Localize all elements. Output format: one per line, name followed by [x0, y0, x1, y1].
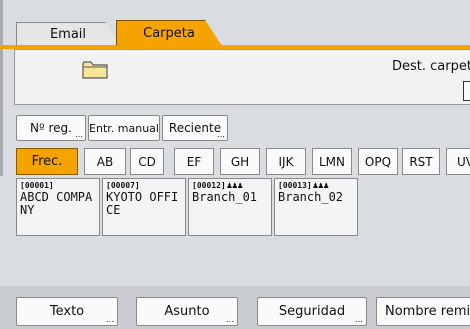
index-filter-row: Frec. AB CD EF GH IJK LMN OPQ RST UV: [0, 148, 470, 176]
filter-label: GH: [230, 154, 250, 169]
subject-button-label: Asunto: [164, 304, 210, 319]
subject-button[interactable]: Asunto …: [136, 297, 238, 326]
entry-name: Branch_02: [278, 190, 344, 204]
destination-entry[interactable]: [00013]♟♟♟ Branch_02: [274, 178, 358, 236]
filter-uv[interactable]: UV: [446, 148, 470, 175]
filter-label: UV: [457, 154, 470, 169]
more-icon: …: [106, 315, 114, 324]
tab-carpeta[interactable]: Carpeta: [116, 20, 222, 46]
filter-label: IJK: [278, 154, 294, 169]
text-button[interactable]: Texto …: [16, 297, 118, 326]
tab-email-label: Email: [49, 27, 87, 42]
filter-frequent[interactable]: Frec.: [16, 148, 78, 175]
filter-ijk[interactable]: IJK: [266, 148, 306, 175]
manual-entry-button[interactable]: Entr. manual: [88, 115, 160, 141]
filter-label: Frec.: [31, 154, 63, 169]
filter-gh[interactable]: GH: [220, 148, 260, 175]
filter-label: AB: [96, 154, 114, 169]
recent-button[interactable]: Reciente …: [162, 115, 228, 141]
entry-id: [00013]: [278, 181, 312, 190]
security-button-label: Seguridad: [278, 304, 346, 319]
more-icon: …: [226, 315, 234, 324]
filter-cd[interactable]: CD: [130, 148, 164, 175]
security-button[interactable]: Seguridad …: [257, 297, 367, 326]
sender-name-button-label: Nombre remitente: [385, 304, 470, 319]
recent-label: Reciente: [168, 121, 222, 135]
filter-label: EF: [186, 154, 202, 169]
destination-field[interactable]: [463, 81, 470, 101]
entry-id: [00012]: [192, 181, 226, 190]
destination-entry[interactable]: [00007] KYOTO OFFICE: [102, 178, 186, 236]
entry-name: Branch_01: [192, 190, 258, 204]
more-icon: …: [217, 130, 225, 139]
filter-label: LMN: [318, 154, 345, 169]
filter-label: RST: [409, 154, 433, 169]
filter-lmn[interactable]: LMN: [312, 148, 352, 175]
filter-rst[interactable]: RST: [402, 148, 440, 175]
more-icon: …: [75, 130, 83, 139]
entry-id: [00007]: [106, 181, 140, 190]
registration-number-button[interactable]: Nº reg. …: [16, 115, 86, 141]
text-button-label: Texto: [49, 304, 85, 319]
tab-email[interactable]: Email: [16, 22, 120, 46]
filter-label: CD: [138, 154, 156, 169]
filter-ef[interactable]: EF: [174, 148, 214, 175]
tab-carpeta-label: Carpeta: [143, 26, 195, 41]
entry-name: ABCD COMPANY: [20, 190, 93, 217]
destination-entry[interactable]: [00001] ABCD COMPANY: [16, 178, 100, 236]
more-icon: …: [355, 315, 363, 324]
entry-name: KYOTO OFFICE: [106, 190, 179, 217]
destination-folder-label: Dest. carpeta: [392, 59, 470, 74]
filter-opq[interactable]: OPQ: [358, 148, 398, 175]
entry-id: [00001]: [20, 181, 54, 190]
filter-ab[interactable]: AB: [84, 148, 126, 175]
manual-entry-label: Entr. manual: [89, 121, 159, 135]
registration-number-label: Nº reg.: [30, 121, 72, 135]
sender-name-button[interactable]: Nombre remitente: [376, 297, 470, 326]
scan-destination-screen: Email Carpeta Dest. carpeta Nº reg. … En…: [0, 0, 470, 329]
folder-icon: [82, 61, 108, 79]
destination-entry[interactable]: [00012]♟♟♟ Branch_01: [188, 178, 272, 236]
filter-label: OPQ: [364, 154, 392, 169]
